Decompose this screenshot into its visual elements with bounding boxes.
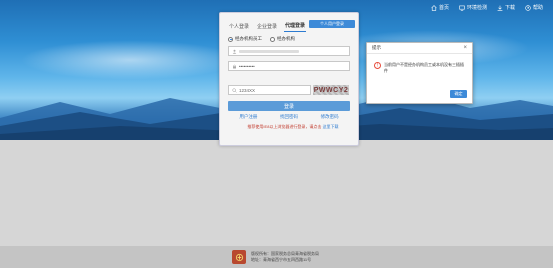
login-tabs: 个人登录 企业登录 代理登录 [228, 21, 307, 32]
browser-notice: 推荐使用IE8以上浏览器进行登录，请点击 这里下载 [228, 124, 358, 130]
radio-dot [270, 36, 275, 42]
monitor-icon [459, 5, 465, 11]
page-background [0, 140, 553, 246]
captcha-input[interactable]: 1234XX [228, 85, 311, 95]
footer-text: 版权所有：国家税务总局青海省税务局 地址：青海省西宁市五四西路11号 [251, 251, 319, 263]
tab-agent-login[interactable]: 代理登录 [284, 21, 307, 32]
radio-agency-label: 经办机构 [277, 36, 295, 41]
cloud-decoration [20, 40, 240, 80]
nav-home[interactable]: 首页 [431, 4, 449, 11]
tax-bureau-logo [232, 250, 246, 264]
dialog-ok-button[interactable]: 确定 [450, 90, 467, 98]
lock-icon [233, 64, 236, 68]
radio-dot [228, 36, 233, 42]
dialog-message: 当前用户不是经办机构员工或本机没有三插插件 [384, 62, 464, 73]
nav-home-label: 首页 [438, 5, 449, 11]
nav-help[interactable]: 帮助 [525, 4, 543, 11]
captcha-image[interactable]: PWWCY2 [313, 85, 349, 95]
account-links: 用户注册 找回密码 修改密码 [228, 114, 350, 120]
user-icon [232, 49, 237, 54]
nav-download[interactable]: 下载 [497, 4, 515, 11]
dialog-header: 提示 × [367, 43, 472, 54]
download-icon [497, 5, 503, 11]
close-icon[interactable]: × [463, 45, 467, 51]
change-password-link[interactable]: 修改密码 [321, 114, 339, 120]
username-value-redacted [239, 49, 299, 53]
personal-user-login-button[interactable]: 个人用户登录 [309, 20, 355, 28]
top-navigation: 首页 环境检测 下载 帮助 [431, 4, 543, 11]
captcha-input-value: 1234XX [239, 87, 256, 93]
radio-agency-staff[interactable]: 经办机构员工 [228, 36, 262, 42]
browser-download-link[interactable]: 这里下载 [323, 124, 339, 129]
emblem-icon [235, 253, 243, 261]
nav-env-check[interactable]: 环境检测 [459, 4, 487, 11]
help-icon [525, 4, 531, 11]
nav-download-label: 下载 [504, 5, 515, 11]
tab-enterprise-login[interactable]: 企业登录 [256, 22, 278, 32]
role-radio-group: 经办机构员工 经办机构 [228, 36, 295, 42]
browser-notice-text: 推荐使用IE8以上浏览器进行登录，请点击 [247, 124, 322, 129]
nav-help-label: 帮助 [532, 5, 543, 11]
alert-dialog: 提示 × ! 当前用户不是经办机构员工或本机没有三插插件 确定 [366, 42, 473, 104]
login-card: 个人登录 企业登录 代理登录 个人用户登录 经办机构员工 经办机构 ••••••… [219, 12, 359, 146]
search-icon [232, 87, 237, 93]
password-value: •••••••••• [239, 63, 255, 69]
register-link[interactable]: 用户注册 [239, 114, 257, 120]
nav-env-check-label: 环境检测 [466, 5, 487, 11]
username-field[interactable] [228, 46, 350, 56]
warning-icon: ! [374, 62, 381, 69]
footer-address: 地址：青海省西宁市五四西路11号 [251, 257, 312, 262]
dialog-body: ! 当前用户不是经办机构员工或本机没有三插插件 [367, 54, 472, 74]
footer: 版权所有：国家税务总局青海省税务局 地址：青海省西宁市五四西路11号 [0, 246, 553, 268]
password-field[interactable]: •••••••••• [228, 61, 350, 71]
tab-personal-login[interactable]: 个人登录 [228, 22, 250, 32]
radio-agency[interactable]: 经办机构 [270, 36, 295, 42]
forgot-password-link[interactable]: 找回密码 [280, 114, 298, 120]
login-button[interactable]: 登录 [228, 101, 350, 111]
home-icon [431, 4, 437, 11]
radio-agency-staff-label: 经办机构员工 [235, 36, 262, 41]
dialog-title: 提示 [372, 45, 381, 50]
